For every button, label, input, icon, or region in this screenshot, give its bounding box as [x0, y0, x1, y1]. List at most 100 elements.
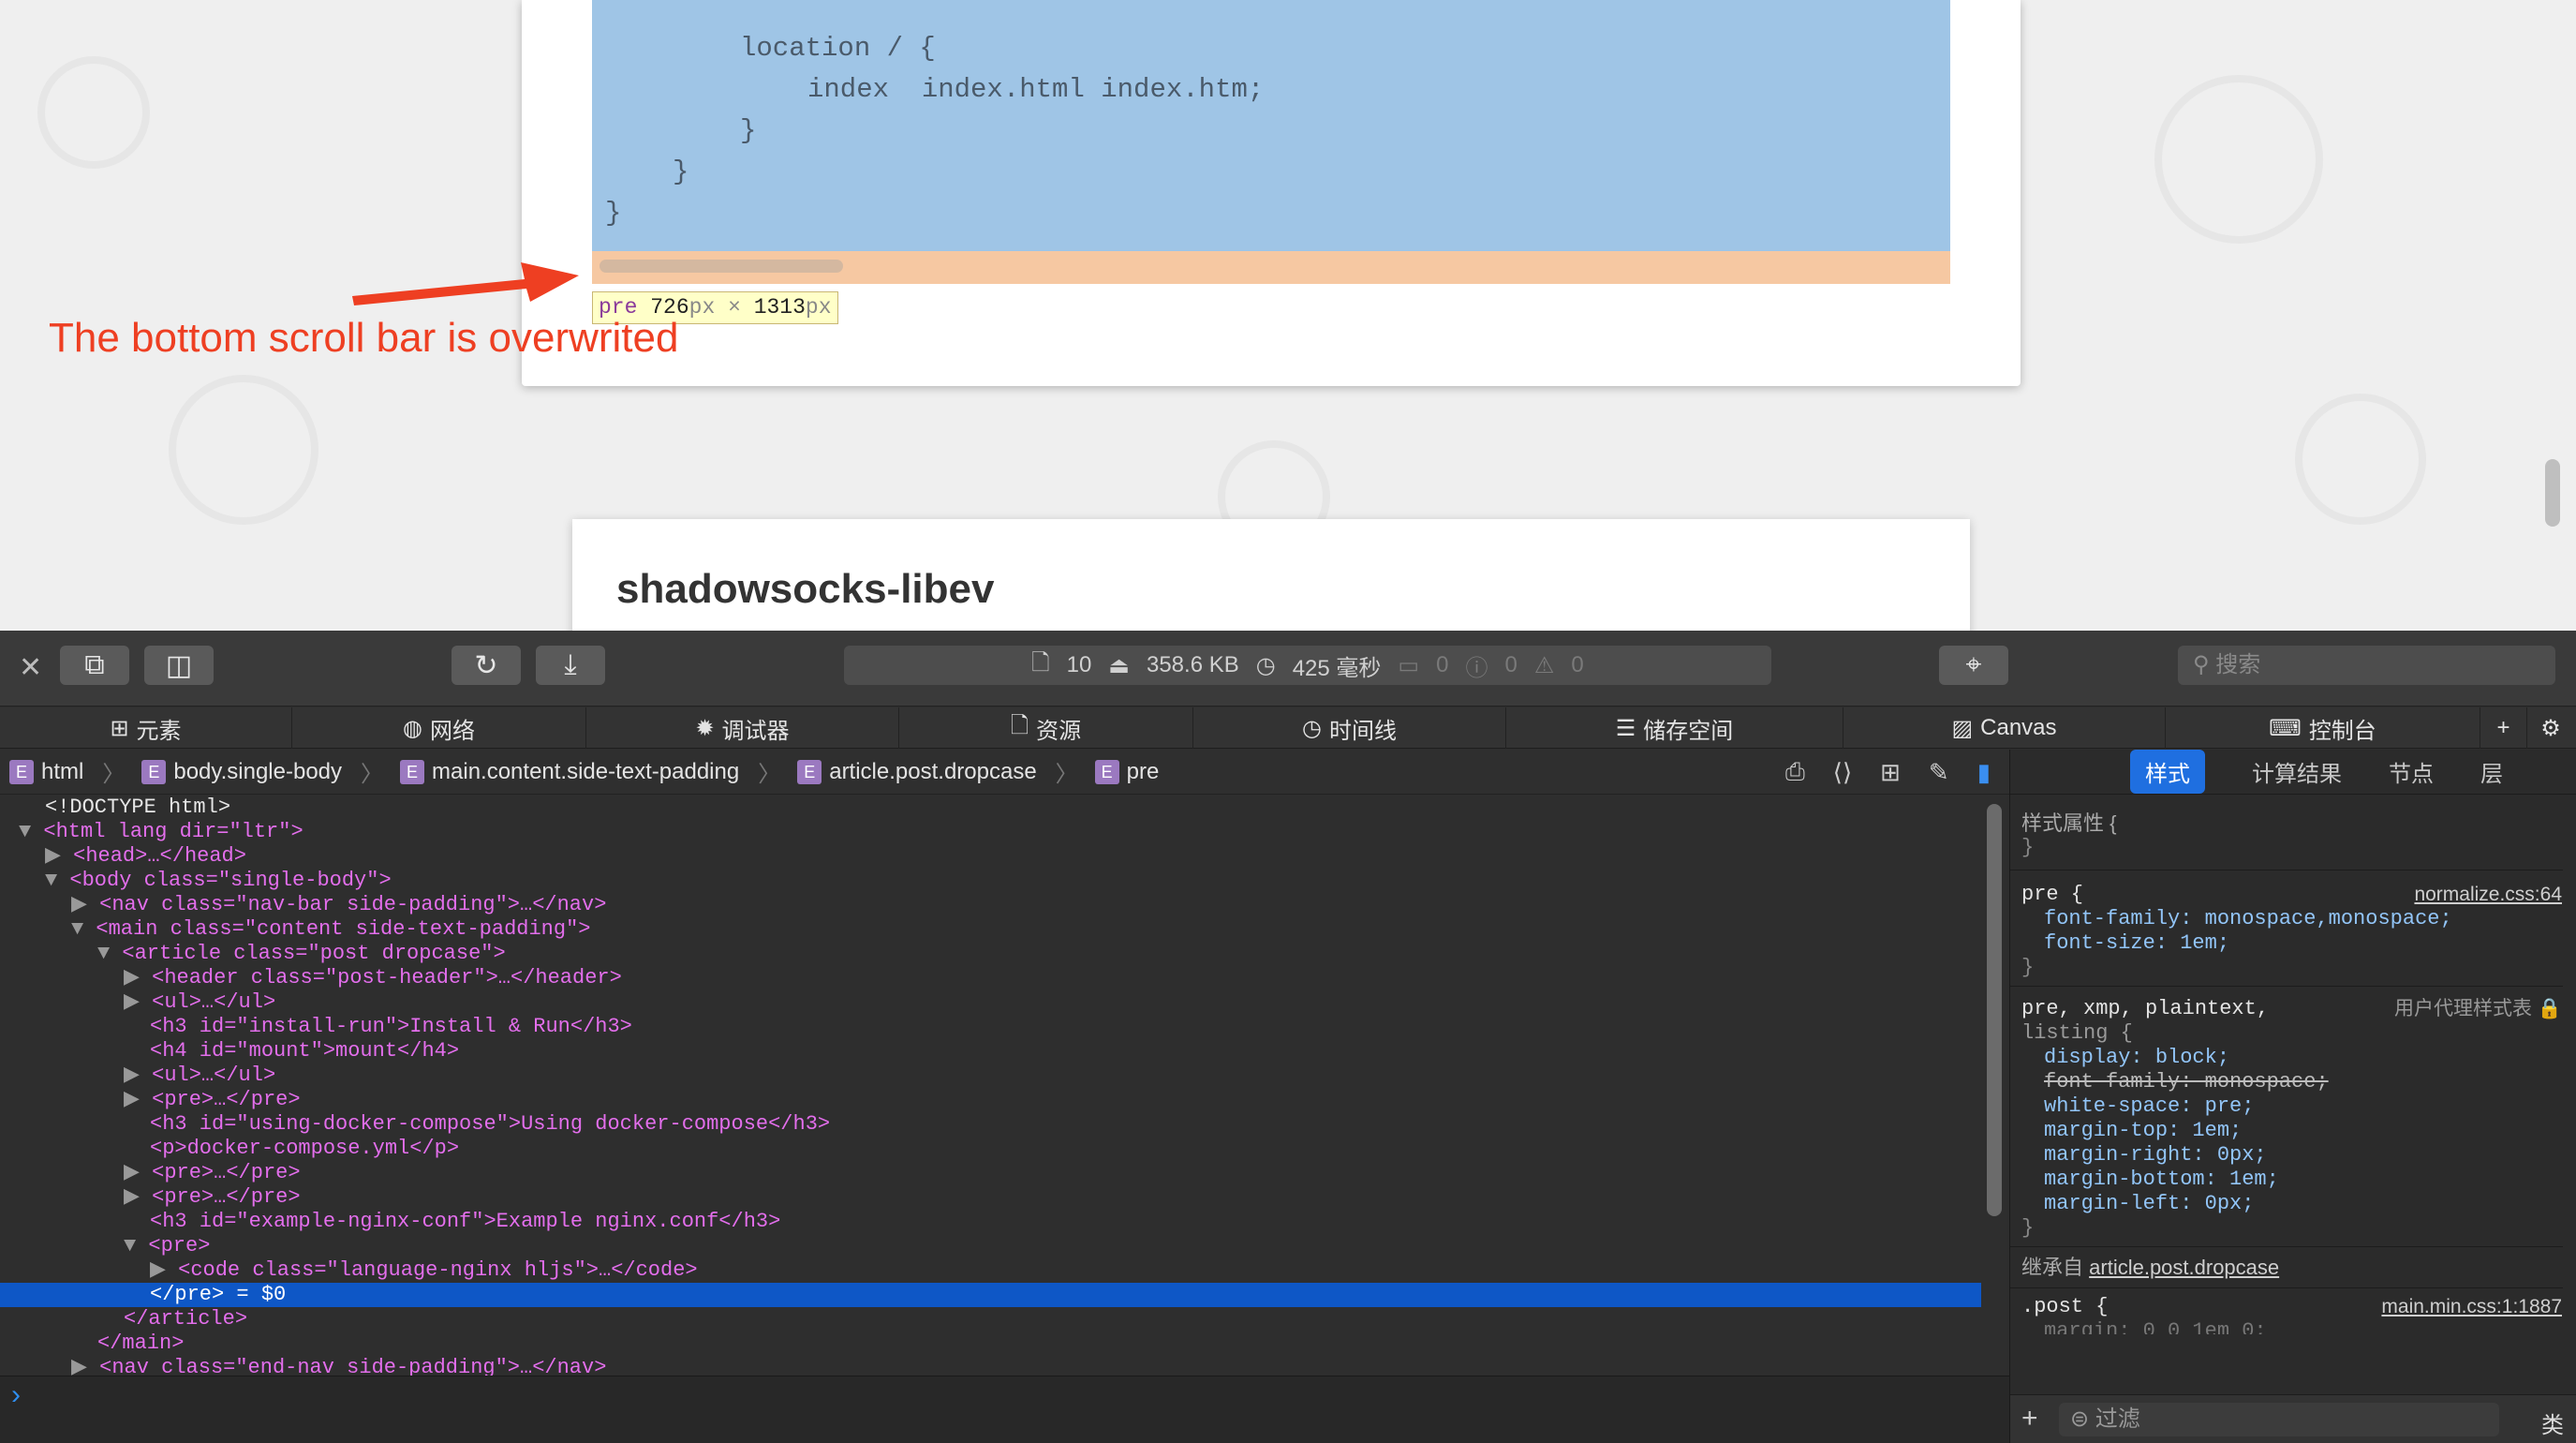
add-tab-button[interactable]: +	[2480, 707, 2527, 749]
print-icon[interactable]: ⎙	[1785, 757, 1805, 787]
disclosure-closed-icon[interactable]: ▶	[0, 966, 152, 989]
dock-side-button[interactable]: ◫	[144, 646, 214, 685]
css-property[interactable]: margin-top: 1em;	[2044, 1119, 2242, 1143]
css-property[interactable]: margin-bottom: 1em;	[2044, 1168, 2279, 1192]
class-toggle-button[interactable]: 类	[2541, 1406, 2564, 1439]
dom-row[interactable]: ▶ <head>…</head>	[0, 844, 1981, 869]
horizontal-scrollbar[interactable]	[600, 260, 843, 273]
css-property[interactable]: white-space: pre;	[2044, 1094, 2254, 1119]
layout-icon[interactable]: ⊞	[1880, 758, 1901, 787]
css-property[interactable]: font-family: monospace,monospace;	[2044, 907, 2452, 931]
tab-network[interactable]: ◍ 网络	[292, 707, 586, 749]
tab-computed[interactable]: 计算结果	[2252, 755, 2342, 788]
css-property[interactable]: margin-left: 0px;	[2044, 1192, 2254, 1216]
crosshair-icon: ⌖	[1965, 649, 1982, 680]
disclosure-closed-icon[interactable]: ▶	[0, 844, 73, 868]
tab-node[interactable]: 节点	[2389, 755, 2434, 788]
inherited-link[interactable]: article.post.dropcase	[2089, 1256, 2279, 1279]
disclosure-closed-icon[interactable]: ▶	[0, 1258, 178, 1282]
crumb-main[interactable]: Emain.content.side-text-padding	[400, 759, 739, 785]
background-pattern	[2154, 75, 2323, 244]
tab-storage[interactable]: ☰ 储存空间	[1506, 707, 1843, 749]
tab-label: 时间线	[1328, 718, 1397, 744]
disclosure-closed-icon[interactable]: ▶	[0, 1185, 152, 1209]
css-property-overridden[interactable]: font-family: monospace;	[2044, 1070, 2329, 1094]
tab-label: Canvas	[1980, 715, 2057, 740]
search-icon: ⚲	[2193, 652, 2216, 677]
tab-layers[interactable]: 层	[2480, 755, 2503, 788]
brush-icon[interactable]: ✎	[1929, 758, 1949, 787]
dom-row-selected[interactable]: </pre> = $0	[0, 1283, 1981, 1307]
dom-row[interactable]: ▶ <pre>…</pre>	[0, 1088, 1981, 1112]
crumb-article[interactable]: Earticle.post.dropcase	[797, 759, 1037, 785]
download-button[interactable]: ⤓	[536, 646, 605, 685]
dom-row[interactable]: ▼ <pre>	[0, 1234, 1981, 1258]
crumb-body[interactable]: Ebody.single-body	[141, 759, 342, 785]
dom-row[interactable]: ▶ <ul>…</ul>	[0, 990, 1981, 1015]
css-property[interactable]: margin: 0 0 1em 0;	[2044, 1319, 2267, 1334]
disclosure-closed-icon[interactable]: ▶	[0, 1064, 152, 1087]
inspector-tabs: ⊞ 元素 ◍ 网络 ✹ 调试器 🗋 资源 ◷ 时间线 ☰ 储存空间 ▨ Canvas ⌨ 控制台…	[0, 707, 2576, 749]
dom-row[interactable]: <!DOCTYPE html>	[0, 796, 1981, 820]
rule-source-link[interactable]: normalize.css:64	[2414, 883, 2562, 907]
message-count[interactable]: 0	[1436, 652, 1448, 678]
disclosure-closed-icon[interactable]: ▶	[0, 1161, 152, 1184]
dom-row[interactable]: <h3 id="install-run">Install & Run</h3>	[0, 1015, 1981, 1039]
filter-input[interactable]: ⊜ 过滤	[2059, 1403, 2499, 1436]
dom-row[interactable]: </main>	[0, 1331, 1981, 1356]
dom-row[interactable]: <p>docker-compose.yml</p>	[0, 1137, 1981, 1161]
element-selection-button[interactable]: ⌖	[1939, 646, 2008, 685]
crumb-pre[interactable]: Epre	[1094, 759, 1159, 785]
rule-source-link[interactable]: main.min.css:1:1887	[2381, 1295, 2562, 1319]
tab-timeline[interactable]: ◷ 时间线	[1193, 707, 1506, 749]
dom-row[interactable]: <h3 id="example-nginx-conf">Example ngin…	[0, 1210, 1981, 1234]
css-property[interactable]: display: block;	[2044, 1046, 2229, 1070]
css-property[interactable]: font-size: 1em;	[2044, 931, 2229, 956]
dom-row[interactable]: ▶ <header class="post-header">…</header>	[0, 966, 1981, 990]
dom-row[interactable]: ▶ <nav class="nav-bar side-padding">…</n…	[0, 893, 1981, 917]
dom-row[interactable]: ▼ <html lang dir="ltr">	[0, 820, 1981, 844]
page-scrollbar[interactable]	[2545, 459, 2560, 527]
disclosure-open-icon[interactable]: ▼	[0, 917, 96, 941]
error-icon[interactable]: ⓘ	[1465, 649, 1488, 682]
dom-row[interactable]: ▶ <ul>…</ul>	[0, 1064, 1981, 1088]
dom-scrollbar[interactable]	[1987, 804, 2002, 1216]
error-count[interactable]: 0	[1504, 652, 1517, 678]
css-property[interactable]: margin-right: 0px;	[2044, 1143, 2267, 1168]
reload-button[interactable]: ↻	[452, 646, 521, 685]
close-icon[interactable]: ✕	[19, 651, 42, 684]
message-icon[interactable]: ▭	[1398, 652, 1419, 679]
search-input[interactable]: ⚲ 搜索	[2178, 646, 2555, 685]
crumb-html[interactable]: Ehtml	[9, 759, 83, 785]
dom-row[interactable]: <h3 id="using-docker-compose">Using dock…	[0, 1112, 1981, 1137]
dom-row[interactable]: ▶ <pre>…</pre>	[0, 1161, 1981, 1185]
dom-row[interactable]: </article>	[0, 1307, 1981, 1331]
warning-count[interactable]: 0	[1571, 652, 1583, 678]
disclosure-closed-icon[interactable]: ▶	[0, 990, 152, 1014]
dom-row[interactable]: ▶ <code class="language-nginx hljs">…</c…	[0, 1258, 1981, 1283]
disclosure-open-icon[interactable]: ▼	[0, 869, 69, 892]
dom-row[interactable]: ▶ <pre>…</pre>	[0, 1185, 1981, 1210]
dom-row[interactable]: <h4 id="mount">mount</h4>	[0, 1039, 1981, 1064]
tab-console[interactable]: ⌨ 控制台	[2166, 707, 2480, 749]
dom-row[interactable]: ▼ <article class="post dropcase">	[0, 942, 1981, 966]
tab-styles[interactable]: 样式	[2130, 750, 2205, 794]
source-icon[interactable]: ⟨⟩	[1833, 758, 1852, 787]
dom-row[interactable]: ▼ <main class="content side-text-padding…	[0, 917, 1981, 942]
tab-resources[interactable]: 🗋 资源	[899, 707, 1193, 749]
disclosure-closed-icon[interactable]: ▶	[0, 1088, 152, 1111]
console-prompt[interactable]: ›	[0, 1376, 2009, 1443]
add-rule-icon[interactable]: +	[2021, 1403, 2038, 1435]
settings-button[interactable]: ⚙	[2527, 707, 2574, 749]
tab-canvas[interactable]: ▨ Canvas	[1843, 707, 2166, 749]
disclosure-closed-icon[interactable]: ▶	[0, 893, 99, 916]
disclosure-open-icon[interactable]: ▼	[0, 820, 43, 843]
warning-icon[interactable]: ⚠	[1534, 652, 1555, 679]
disclosure-open-icon[interactable]: ▼	[0, 942, 122, 965]
disclosure-open-icon[interactable]: ▼	[0, 1234, 148, 1257]
detach-window-button[interactable]: ⧉	[60, 646, 129, 685]
tab-debugger[interactable]: ✹ 调试器	[586, 707, 899, 749]
sidebar-toggle-icon[interactable]: ▮	[1977, 758, 1991, 787]
tab-elements[interactable]: ⊞ 元素	[0, 707, 292, 749]
dom-row[interactable]: ▼ <body class="single-body">	[0, 869, 1981, 893]
